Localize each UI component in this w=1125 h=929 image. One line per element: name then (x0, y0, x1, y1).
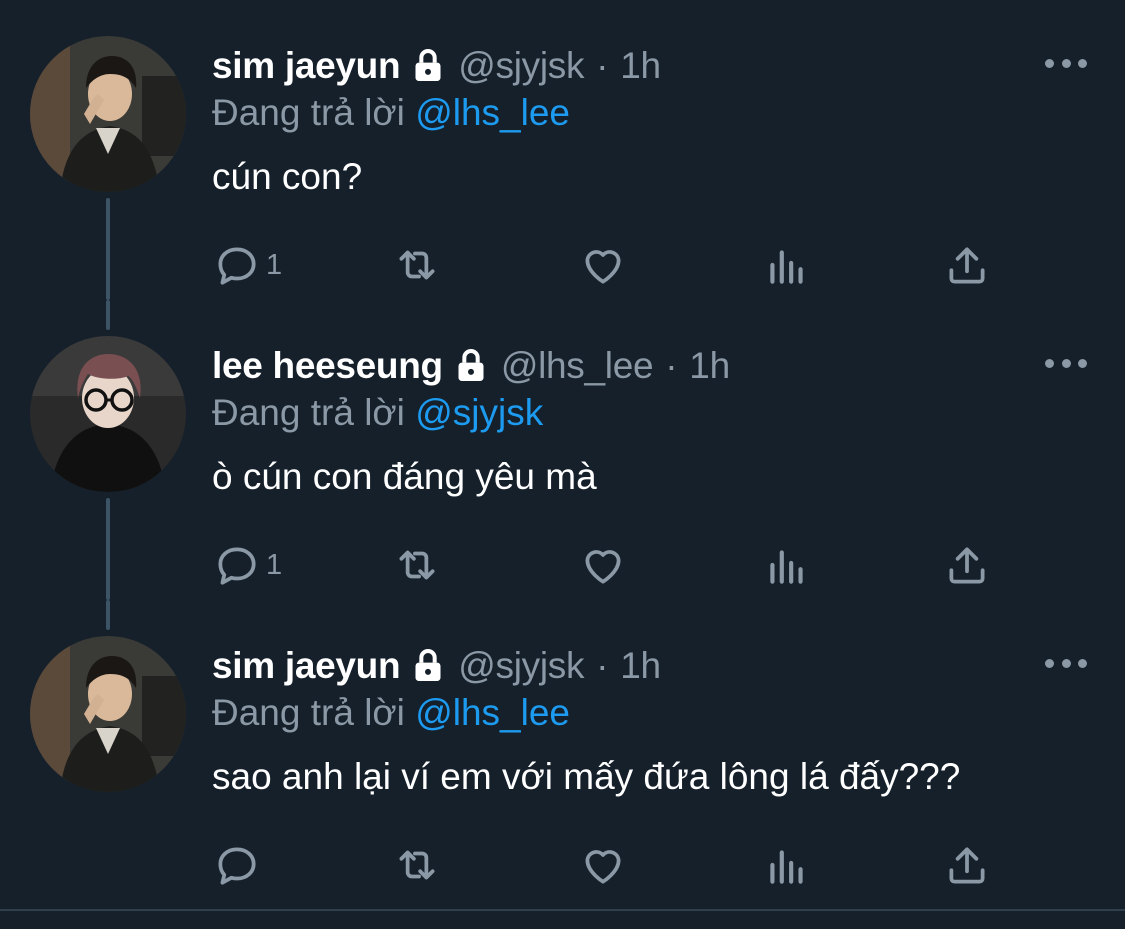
retweet-button[interactable] (392, 838, 442, 892)
replying-label: Đang trả lời (212, 392, 405, 433)
timestamp[interactable]: 1h (689, 345, 730, 387)
separator: · (665, 345, 678, 386)
thread-line (106, 198, 110, 300)
username[interactable]: @lhs_lee (501, 345, 654, 387)
share-icon (942, 240, 992, 290)
views-icon (762, 540, 812, 590)
thread-line (106, 300, 110, 330)
tweet[interactable]: sim jaeyun @sjyjsk · 1h Đang trả lời @lh… (0, 600, 1125, 900)
share-icon (942, 840, 992, 890)
lock-icon (451, 346, 491, 386)
tweet-header: sim jaeyun @sjyjsk · 1h (212, 42, 661, 90)
share-button[interactable] (942, 838, 992, 892)
views-icon (762, 240, 812, 290)
tweet-text: ò cún con đáng yêu mà (212, 456, 597, 497)
timestamp[interactable]: 1h (620, 45, 661, 87)
separator: · (596, 645, 609, 686)
tweet-header: sim jaeyun @sjyjsk · 1h (212, 642, 661, 690)
replying-to: Đang trả lời @sjyjsk (212, 392, 543, 434)
tweet[interactable]: sim jaeyun @sjyjsk · 1h Đang trả lời @lh… (0, 0, 1125, 300)
tweet-text: sao anh lại ví em với mấy đứa lông lá đấ… (212, 756, 961, 797)
share-button[interactable] (942, 238, 992, 292)
tweet-text: cún con? (212, 156, 363, 197)
share-button[interactable] (942, 538, 992, 592)
more-icon[interactable] (1045, 656, 1087, 670)
mention-link[interactable]: @lhs_lee (415, 692, 570, 733)
avatar[interactable] (30, 636, 186, 792)
replying-label: Đang trả lời (212, 92, 405, 133)
retweet-icon (392, 540, 442, 590)
replying-to: Đang trả lời @lhs_lee (212, 92, 570, 134)
views-button[interactable] (762, 838, 812, 892)
tweet-header: lee heeseung @lhs_lee · 1h (212, 342, 730, 390)
like-button[interactable] (578, 838, 628, 892)
username[interactable]: @sjyjsk (458, 45, 584, 87)
username[interactable]: @sjyjsk (458, 645, 584, 687)
timestamp[interactable]: 1h (620, 645, 661, 687)
lock-icon (408, 646, 448, 686)
views-button[interactable] (762, 538, 812, 592)
thread-line (106, 600, 110, 630)
tweet-actions: 1 (212, 238, 1012, 292)
views-icon (762, 840, 812, 890)
display-name[interactable]: sim jaeyun (212, 645, 401, 687)
separator: · (596, 45, 609, 86)
lock-icon (408, 46, 448, 86)
reply-button[interactable]: 1 (212, 238, 282, 292)
retweet-icon (392, 240, 442, 290)
retweet-button[interactable] (392, 538, 442, 592)
reply-button[interactable] (212, 838, 266, 892)
display-name[interactable]: lee heeseung (212, 345, 443, 387)
reply-button[interactable]: 1 (212, 538, 282, 592)
retweet-icon (392, 840, 442, 890)
conversation-thread: sim jaeyun @sjyjsk · 1h Đang trả lời @lh… (0, 0, 1125, 929)
tweet-actions: 1 (212, 538, 1012, 592)
reply-count: 1 (266, 248, 283, 281)
mention-link[interactable]: @lhs_lee (415, 92, 570, 133)
replying-label: Đang trả lời (212, 692, 405, 733)
share-icon (942, 540, 992, 590)
reply-icon (212, 240, 262, 290)
avatar[interactable] (30, 336, 186, 492)
avatar[interactable] (30, 36, 186, 192)
replying-to: Đang trả lời @lhs_lee (212, 692, 570, 734)
like-icon (578, 540, 628, 590)
tweet[interactable]: lee heeseung @lhs_lee · 1h Đang trả lời … (0, 300, 1125, 600)
more-icon[interactable] (1045, 56, 1087, 70)
mention-link[interactable]: @sjyjsk (415, 392, 543, 433)
like-button[interactable] (578, 538, 628, 592)
like-icon (578, 240, 628, 290)
like-icon (578, 840, 628, 890)
reply-count: 1 (266, 548, 283, 581)
like-button[interactable] (578, 238, 628, 292)
views-button[interactable] (762, 238, 812, 292)
retweet-button[interactable] (392, 238, 442, 292)
thread-line (106, 498, 110, 600)
reply-icon (212, 540, 262, 590)
tweet-actions (212, 838, 1012, 892)
reply-icon (212, 840, 262, 890)
more-icon[interactable] (1045, 356, 1087, 370)
divider (0, 909, 1125, 911)
display-name[interactable]: sim jaeyun (212, 45, 401, 87)
